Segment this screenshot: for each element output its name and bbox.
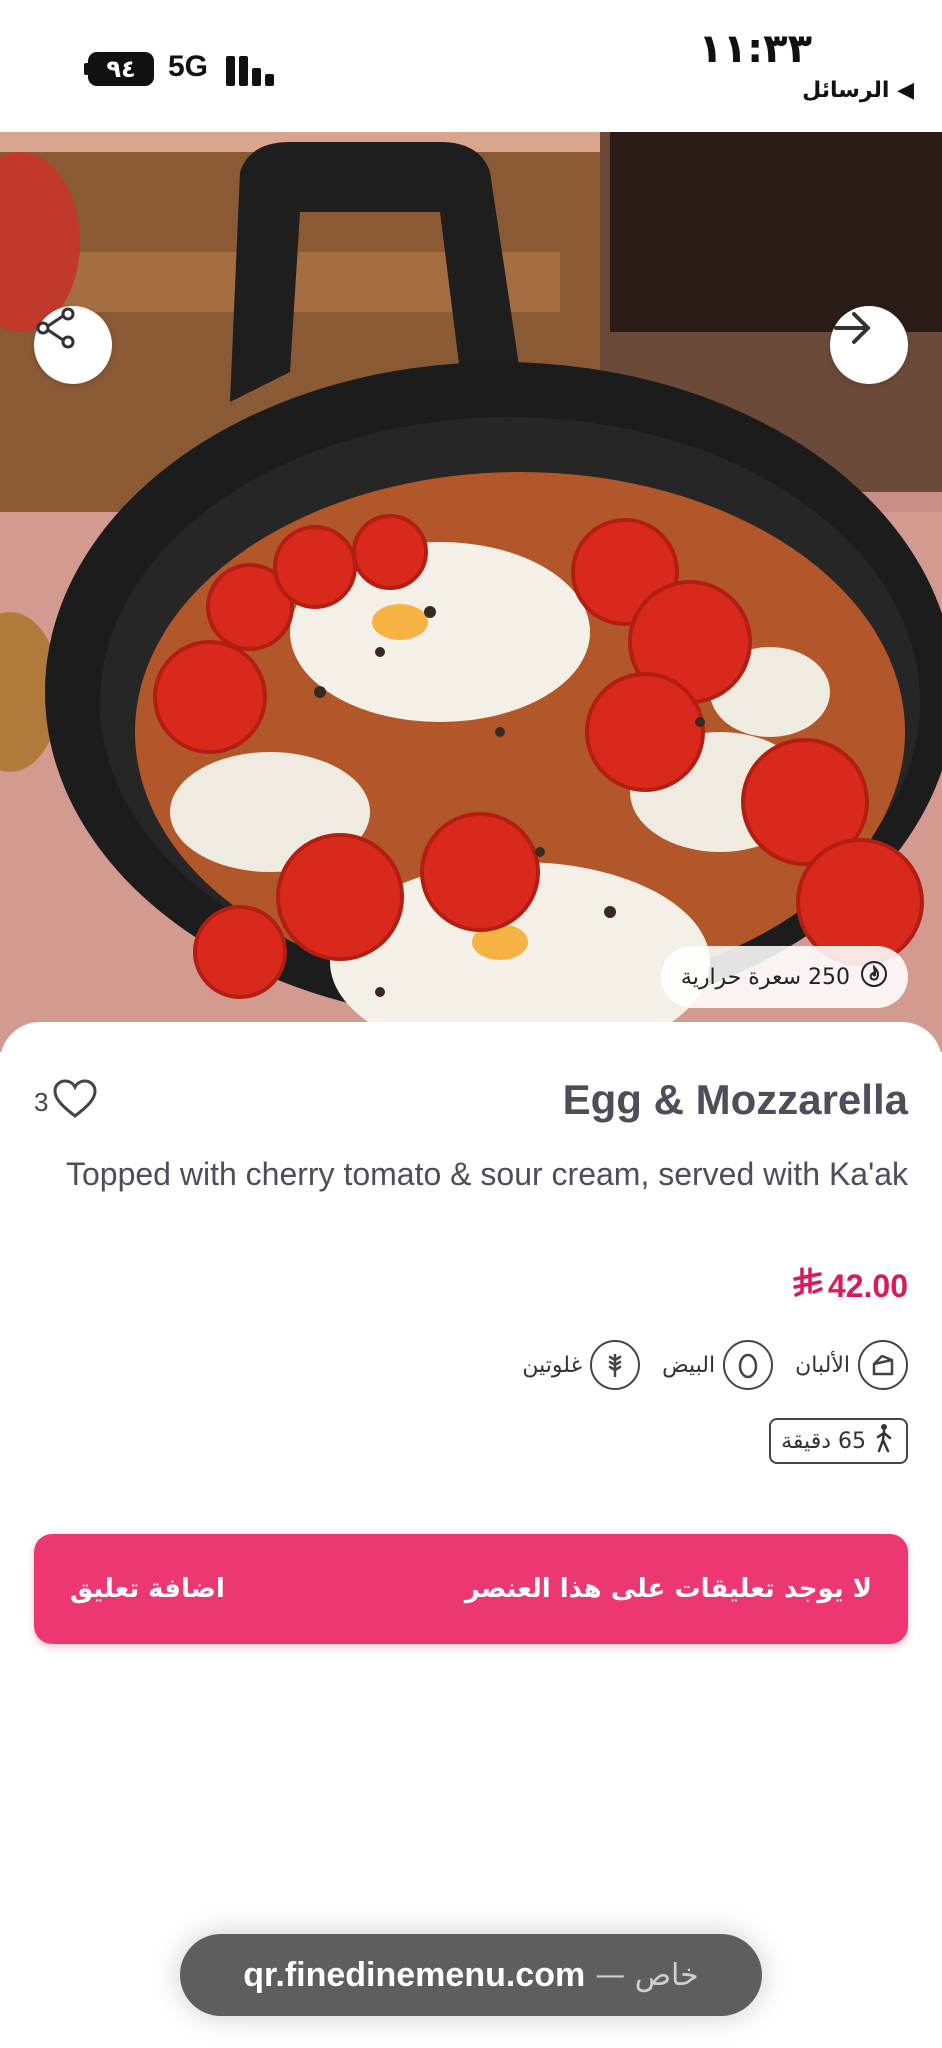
price-value: 42.00 — [827, 1267, 908, 1304]
like-button[interactable]: 3 — [34, 1078, 98, 1127]
back-to-messages-link[interactable]: ◀ الرسائل — [802, 78, 914, 103]
item-price: 42.00 — [792, 1266, 908, 1306]
allergen-label: الألبان — [795, 1352, 850, 1378]
calories-badge: 250 سعرة حرارية — [660, 946, 908, 1008]
allergen-gluten: غلوتين — [522, 1340, 641, 1390]
url-text: qr.finedinemenu.com — [243, 1955, 586, 1994]
battery-indicator: ٩٤ — [88, 52, 154, 86]
riyal-icon — [792, 1266, 824, 1306]
egg-icon — [723, 1340, 774, 1390]
comments-bar: لا يوجد تعليقات على هذا العنصر اضافة تعل… — [34, 1534, 908, 1644]
allergens-list: الألبان البيض غلوتين — [522, 1340, 908, 1390]
wheat-icon — [590, 1340, 641, 1390]
like-count: 3 — [34, 1087, 49, 1117]
add-comment-button[interactable]: اضافة تعليق — [70, 1574, 225, 1604]
back-button[interactable] — [830, 306, 908, 384]
url-suffix: — خاص — [595, 1957, 699, 1993]
prep-time-badge: 65 دقيقة — [769, 1418, 908, 1464]
network-type: 5G — [168, 50, 209, 83]
item-title: Egg & Mozzarella — [562, 1076, 908, 1123]
allergen-label: البيض — [662, 1352, 716, 1378]
item-photo — [0, 132, 942, 1052]
allergen-egg: البيض — [662, 1340, 774, 1390]
item-description: Topped with cherry tomato & sour cream, … — [65, 1156, 908, 1192]
allergen-label: غلوتين — [522, 1352, 583, 1378]
flame-icon — [860, 960, 888, 994]
share-button[interactable] — [34, 306, 112, 384]
food-illustration — [0, 132, 942, 1052]
allergen-dairy: الألبان — [795, 1340, 908, 1390]
heart-icon — [52, 1078, 98, 1127]
no-comments-text: لا يوجد تعليقات على هذا العنصر — [464, 1574, 872, 1604]
status-time: ١١:٣٣ — [698, 26, 812, 72]
signal-icon — [226, 52, 278, 86]
walking-icon — [872, 1423, 896, 1459]
dairy-icon — [858, 1340, 908, 1390]
browser-url-bar[interactable]: qr.finedinemenu.com — خاص — [180, 1934, 762, 2016]
prep-time-label: 65 دقيقة — [781, 1428, 866, 1454]
calories-label: 250 سعرة حرارية — [680, 964, 850, 990]
status-bar: ٩٤ 5G ١١:٣٣ ◀ الرسائل — [0, 0, 942, 132]
